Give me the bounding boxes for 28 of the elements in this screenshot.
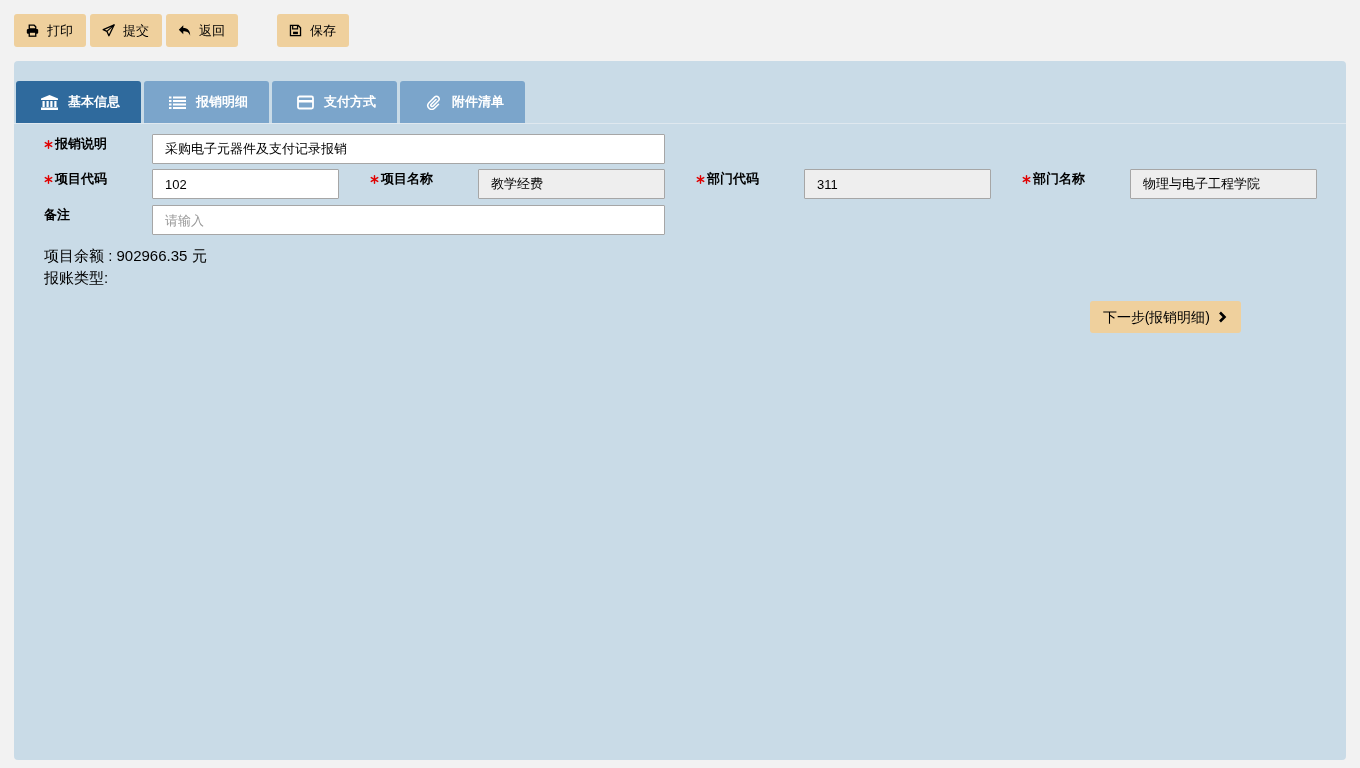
tab[interactable]: 基本信息 — [16, 81, 141, 123]
field-label: 部门代码 — [707, 170, 759, 188]
field-label: 备注 — [44, 206, 70, 224]
field-label: 部门名称 — [1033, 170, 1085, 188]
back-button[interactable]: 返回 — [166, 14, 238, 47]
bank-icon — [41, 94, 58, 110]
credit-card-icon — [297, 94, 314, 110]
input-field[interactable]: 物理与电子工程学院 — [1130, 169, 1317, 199]
reply-arrow-icon — [178, 24, 191, 37]
field-label: 项目代码 — [55, 170, 107, 188]
input-field[interactable]: 311 — [804, 169, 991, 199]
next-step-button[interactable]: 下一步(报销明细) — [1089, 301, 1241, 333]
field-label: 报销说明 — [55, 135, 107, 153]
list-icon — [169, 94, 186, 110]
save-button[interactable]: 保存 — [277, 14, 349, 47]
paperclip-icon — [425, 94, 442, 110]
input-field[interactable]: 教学经费 — [478, 169, 665, 199]
summary-text: 报账类型: — [44, 268, 109, 288]
input-field[interactable]: 102 — [152, 169, 339, 199]
paper-plane-icon — [102, 24, 115, 37]
summary-text: 项目余额 : 902966.35 元 — [44, 246, 207, 266]
submit-button[interactable]: 提交 — [90, 14, 162, 47]
chevron-right-icon — [1218, 311, 1227, 323]
print-button[interactable]: 打印 — [14, 14, 86, 47]
printer-icon — [26, 24, 39, 37]
field-label: 项目名称 — [381, 170, 433, 188]
input-field[interactable]: 请输入 — [152, 205, 665, 235]
input-field[interactable]: 采购电子元器件及支付记录报销 — [152, 134, 665, 164]
